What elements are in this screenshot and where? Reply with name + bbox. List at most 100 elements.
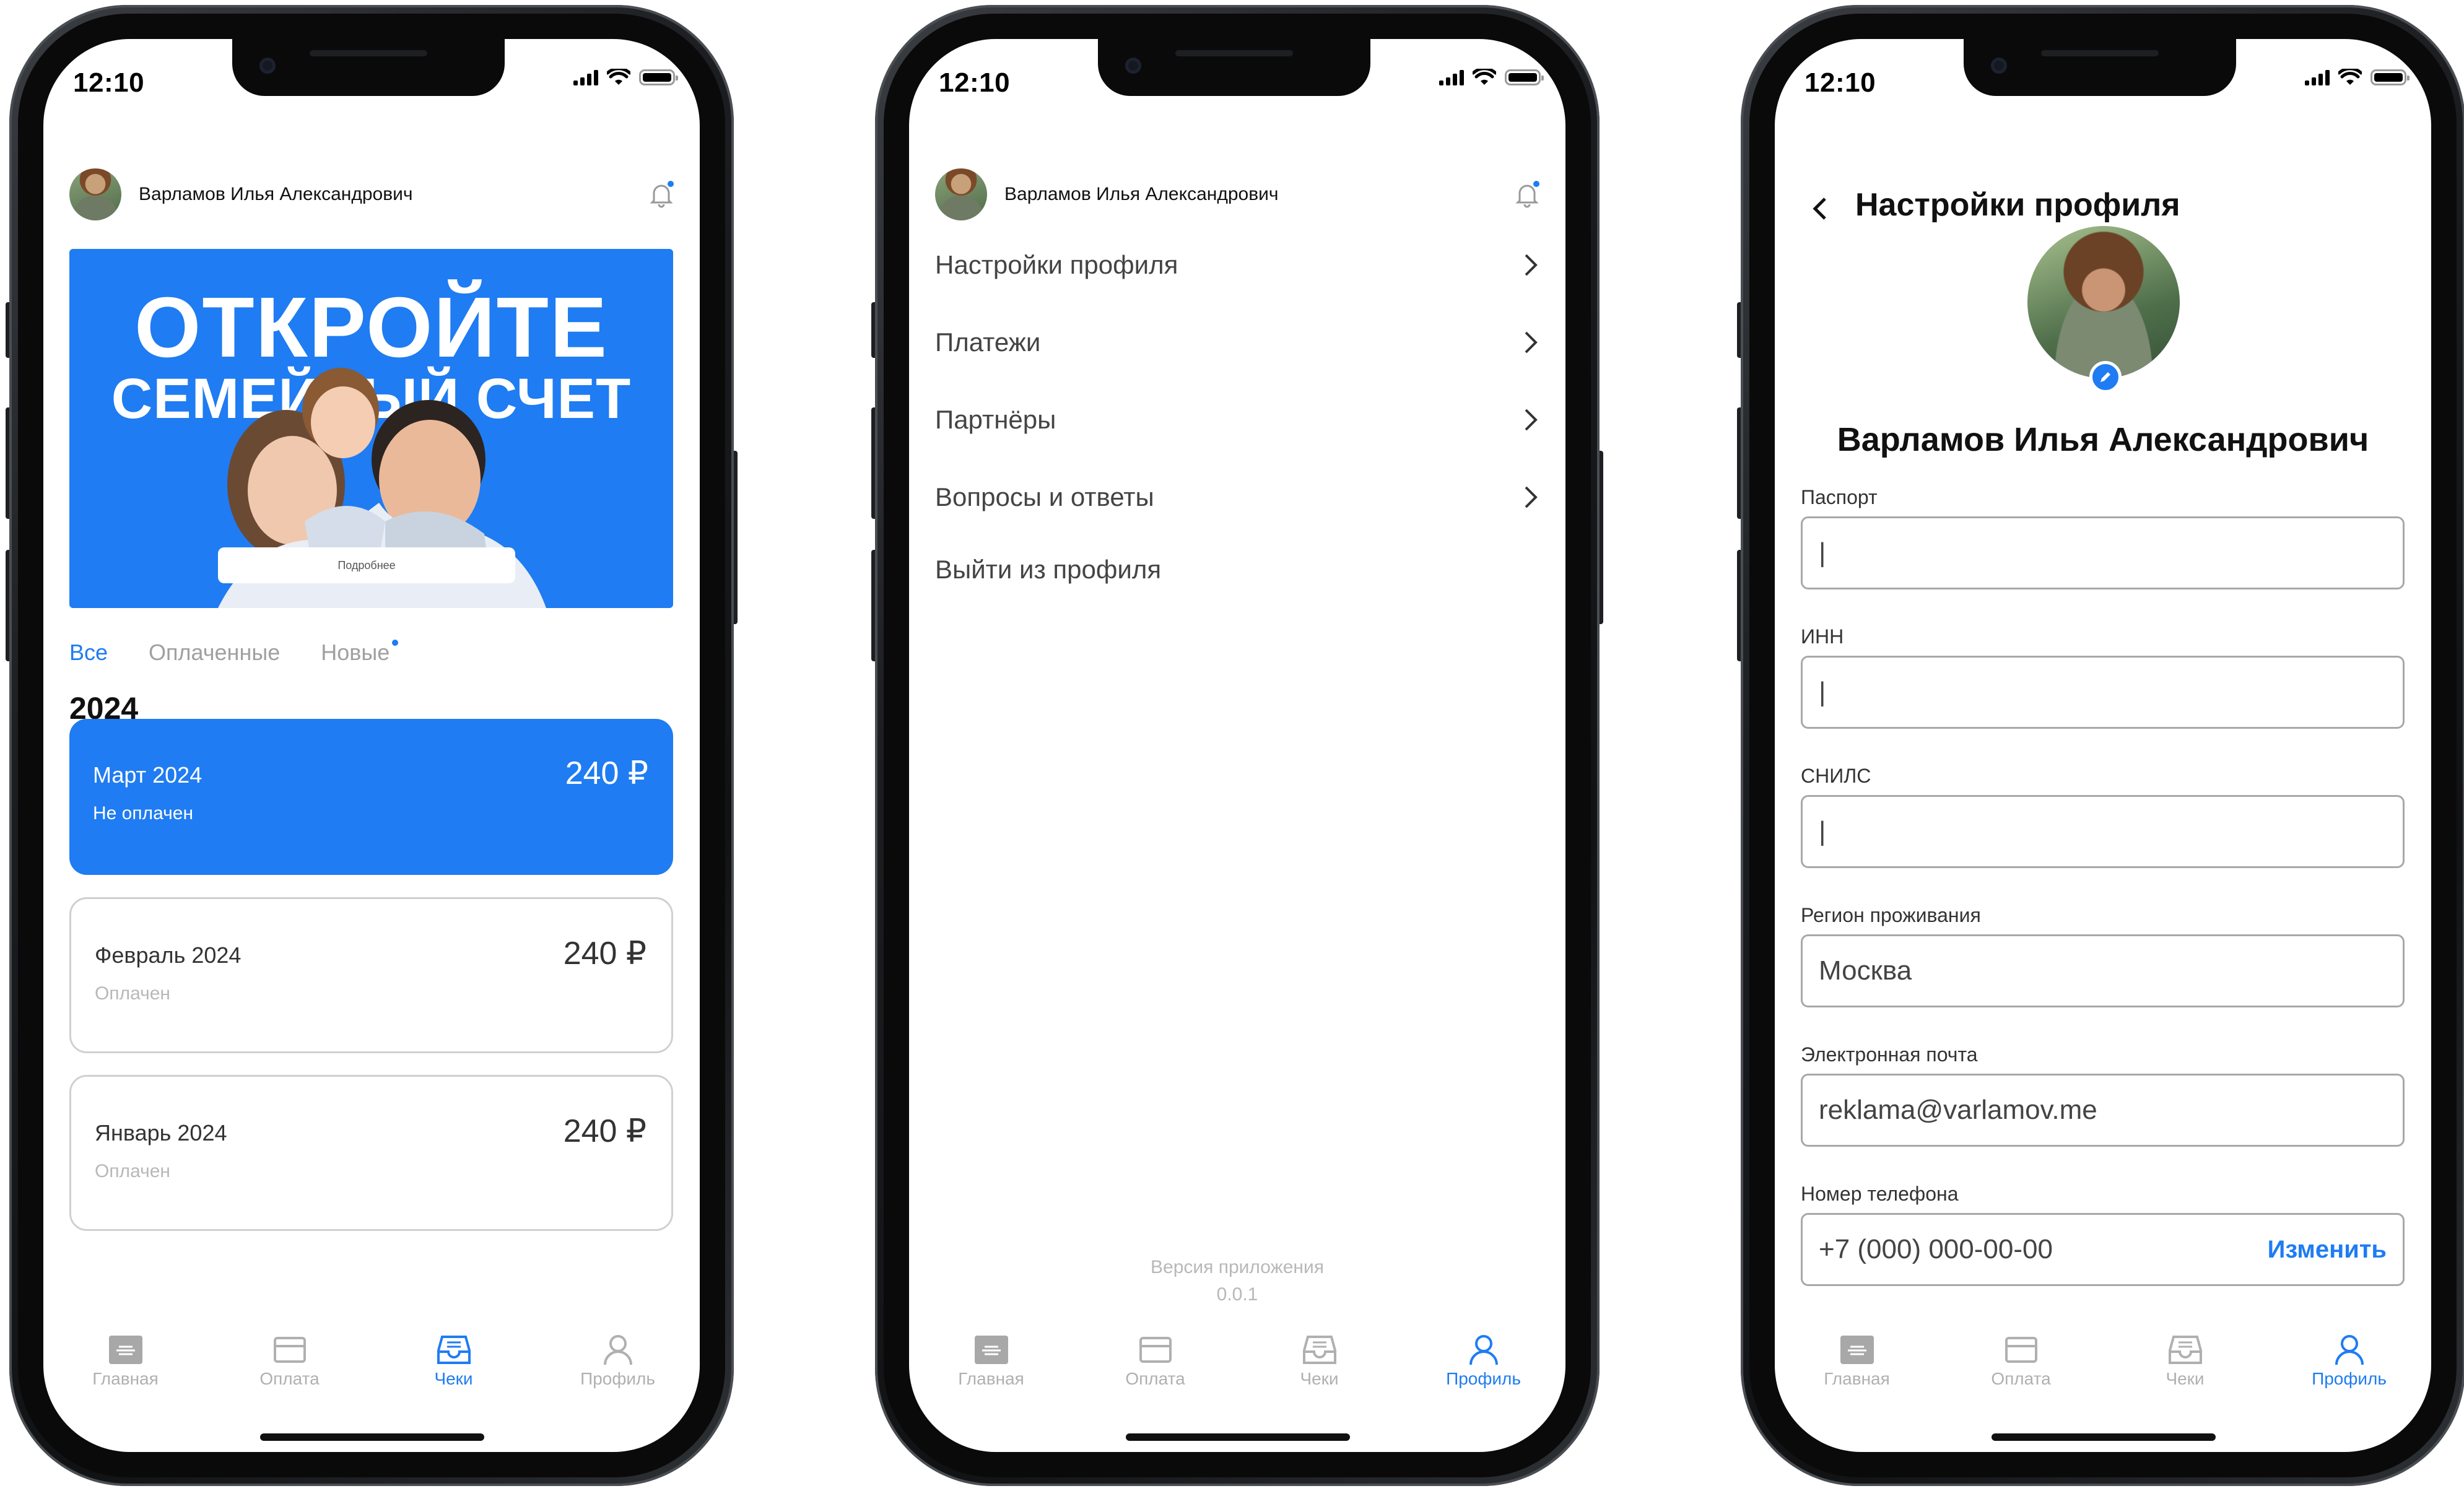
card-amount: 240 ₽ [563,936,646,972]
tab-new[interactable]: Новые [321,640,399,666]
card-status: Оплачен [95,983,170,1004]
passport-value: | [1819,537,1826,568]
nav-checks[interactable]: Чеки [372,1333,536,1401]
nav-home[interactable]: Главная [1775,1333,1939,1401]
nav-pay[interactable]: Оплата [1939,1333,2103,1401]
phone-profile-settings: 12:10 Настройки профиля Варламов Илья Ал… [1737,5,2464,1486]
card-icon [2003,1333,2039,1367]
email-value: reklama@varlamov.me [1819,1095,2097,1125]
phone-field[interactable]: +7 (000) 000-00-00 Изменить [1801,1213,2405,1286]
home-icon [108,1333,144,1367]
phone-value: +7 (000) 000-00-00 [1819,1234,2053,1264]
card-status: Оплачен [95,1161,170,1181]
banner-more-button[interactable]: Подробнее [218,547,515,583]
nav-home-label: Главная [1824,1369,1890,1388]
nav-pay[interactable]: Оплата [207,1333,372,1401]
receipt-card[interactable]: Февраль 2024 Оплачен 240 ₽ [69,897,673,1053]
battery-icon [2370,69,2410,85]
profile-icon [2331,1333,2367,1367]
inn-field[interactable]: | [1801,656,2405,729]
nav-pay[interactable]: Оплата [1073,1333,1237,1401]
bell-icon[interactable] [1515,181,1539,208]
receipt-card[interactable]: Март 2024 Не оплачен 240 ₽ [69,719,673,875]
signal-icon [573,69,598,85]
nav-checks[interactable]: Чеки [2103,1333,2267,1401]
chevron-right-icon [1525,331,1538,354]
nav-home-label: Главная [92,1369,159,1388]
nav-profile[interactable]: Профиль [536,1333,700,1401]
wifi-icon [2338,69,2362,85]
bottom-nav: Главная Оплата Чеки Профиль [1775,1333,2431,1401]
app-version: 0.0.1 [1216,1284,1258,1305]
region-label: Регион проживания [1801,904,1981,926]
filter-tabs: Все Оплаченные Новые [69,640,399,666]
tab-paid[interactable]: Оплаченные [149,640,280,666]
chevron-right-icon [1525,254,1538,276]
back-arrow-icon[interactable] [1809,194,1830,224]
tab-new-label: Новые [321,640,390,665]
card-month: Март 2024 [93,762,202,788]
menu-partners[interactable]: Партнёры [935,392,1539,448]
status-time: 12:10 [1804,67,1876,98]
card-status: Не оплачен [93,803,194,824]
tab-all[interactable]: Все [69,640,108,666]
receipt-icon [1302,1333,1338,1367]
avatar[interactable] [69,168,121,220]
menu-payments[interactable]: Платежи [935,315,1539,370]
region-value: Москва [1819,955,1912,986]
menu-label: Вопросы и ответы [935,482,1154,511]
menu-faq[interactable]: Вопросы и ответы [935,469,1539,525]
region-field[interactable]: Москва [1801,934,2405,1007]
screen-profile-settings: 12:10 Настройки профиля Варламов Илья Ал… [1775,39,2431,1452]
snils-field[interactable]: | [1801,795,2405,868]
receipt-icon [2167,1333,2203,1367]
snils-label: СНИЛС [1801,765,1871,787]
screen-profile-menu: 12:10 Варламов Илья Александрович Настро… [909,39,1565,1452]
card-amount: 240 ₽ [565,755,648,791]
profile-name: Варламов Илья Александрович [1837,421,2369,458]
avatar[interactable] [2027,226,2180,378]
home-indicator [1992,1433,2216,1441]
nav-home[interactable]: Главная [909,1333,1073,1401]
profile-icon [1466,1333,1502,1367]
signal-icon [1439,69,1464,85]
nav-profile[interactable]: Профиль [2267,1333,2431,1401]
page-title: Настройки профиля [1855,187,2180,223]
phone-home: 12:10 Варламов Илья Александрович ОТКРОЙ… [6,5,738,1486]
receipt-card[interactable]: Январь 2024 Оплачен 240 ₽ [69,1075,673,1231]
nav-checks[interactable]: Чеки [1237,1333,1401,1401]
passport-field[interactable]: | [1801,516,2405,589]
avatar[interactable] [935,168,987,220]
change-phone-button[interactable]: Изменить [2268,1236,2387,1264]
menu-logout[interactable]: Выйти из профиля [935,542,1539,598]
email-label: Электронная почта [1801,1043,1978,1066]
home-icon [973,1333,1009,1367]
user-name: Варламов Илья Александрович [1004,184,1279,204]
nav-home-label: Главная [958,1369,1024,1388]
email-field[interactable]: reklama@varlamov.me [1801,1074,2405,1147]
snils-value: | [1819,816,1826,846]
pencil-icon[interactable] [2089,361,2122,393]
nav-checks-label: Чеки [1300,1369,1339,1388]
bell-icon[interactable] [649,181,674,208]
bottom-nav: Главная Оплата Чеки Профиль [43,1333,700,1401]
battery-icon [1505,69,1544,85]
nav-profile[interactable]: Профиль [1401,1333,1565,1401]
promo-banner[interactable]: ОТКРОЙТЕ СЕМЕЙНЫЙ СЧЕТ Подробнее [69,249,673,608]
home-icon [1839,1333,1875,1367]
menu-profile-settings[interactable]: Настройки профиля [935,237,1539,293]
status-time: 12:10 [73,67,145,98]
card-amount: 240 ₽ [563,1113,646,1149]
inn-value: | [1819,677,1826,707]
nav-home[interactable]: Главная [43,1333,207,1401]
nav-checks-label: Чеки [2166,1369,2205,1388]
phone-profile-menu: 12:10 Варламов Илья Александрович Настро… [871,5,1603,1486]
chevron-right-icon [1525,409,1538,431]
nav-pay-label: Оплата [1125,1369,1185,1388]
nav-pay-label: Оплата [1991,1369,2051,1388]
bottom-nav: Главная Оплата Чеки Профиль [909,1333,1565,1401]
user-name: Варламов Илья Александрович [139,184,413,204]
passport-label: Паспорт [1801,486,1878,508]
home-indicator [260,1433,484,1441]
inn-label: ИНН [1801,625,1844,648]
